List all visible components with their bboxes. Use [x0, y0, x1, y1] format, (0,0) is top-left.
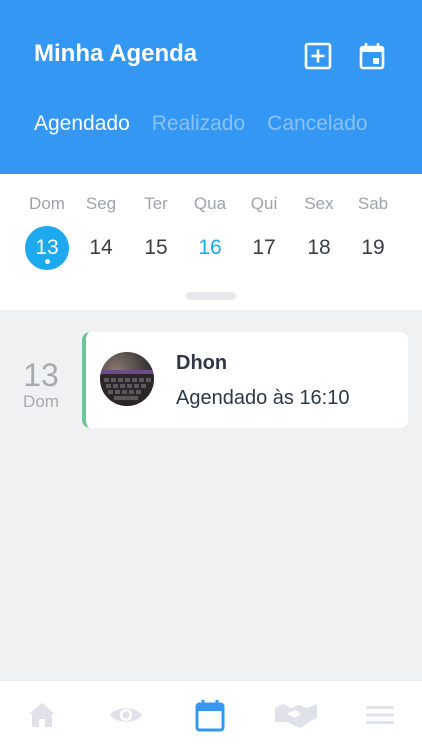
day-number-circle: 16	[188, 226, 232, 270]
day-label: Ter	[144, 194, 168, 213]
day-number-circle: 18	[297, 226, 341, 270]
menu-icon	[366, 706, 394, 724]
week-strip: Dom 13 Seg 14 Ter 15 Qua 16 Qui 17 Sex 1…	[0, 174, 422, 310]
add-square-icon	[304, 42, 332, 70]
status-tabs: Agendado Realizado Cancelado	[34, 112, 390, 136]
event-dot	[44, 259, 50, 264]
day-label: Qua	[193, 194, 227, 213]
calendar-icon	[359, 43, 385, 70]
appointment-weekday: Dom	[23, 392, 59, 411]
eye-icon	[110, 708, 142, 722]
day-number-circle: 19	[351, 226, 395, 270]
day-number-circle: 14	[79, 226, 123, 270]
nav-deals[interactable]	[272, 697, 320, 733]
app-header: Minha Agenda Agendado Realizado Cancelad…	[0, 0, 422, 174]
handshake-icon	[275, 704, 317, 728]
day-number: 15	[144, 236, 168, 259]
nav-calendar[interactable]	[190, 697, 230, 733]
day-number: 19	[361, 236, 385, 259]
appointment-card[interactable]: Dhon Agendado às 16:10	[82, 332, 408, 428]
appointment-day-number: 13	[23, 357, 59, 393]
appointments-list: 13 Dom Dhon Agendado às 16:10	[0, 310, 422, 680]
appointment-time: Agendado às 16:10	[176, 387, 350, 409]
day-number-circle: 13	[25, 226, 69, 270]
tab-agendado[interactable]: Agendado	[34, 112, 130, 136]
day-number-circle: 17	[242, 226, 286, 270]
page-title: Minha Agenda	[34, 40, 198, 67]
nav-menu[interactable]	[360, 697, 400, 733]
day-number: 18	[307, 236, 331, 259]
expand-handle[interactable]	[186, 292, 236, 300]
bottom-nav	[0, 680, 422, 750]
day-label: Dom	[29, 194, 65, 213]
day-number: 16	[198, 236, 222, 259]
home-icon	[29, 703, 55, 727]
appointment-date: 13 Dom	[10, 358, 72, 412]
avatar	[100, 352, 154, 406]
day-number-circle: 15	[134, 226, 178, 270]
tab-realizado[interactable]: Realizado	[152, 112, 245, 136]
tab-cancelado[interactable]: Cancelado	[267, 112, 367, 136]
day-label: Sab	[357, 194, 389, 213]
client-name: Dhon	[176, 352, 228, 374]
calendar-icon	[195, 700, 225, 732]
nav-home[interactable]	[22, 697, 62, 733]
nav-view[interactable]	[106, 697, 146, 733]
day-number: 14	[89, 236, 113, 259]
day-number: 17	[252, 236, 276, 259]
day-number: 13	[35, 236, 59, 259]
add-appointment-button[interactable]	[302, 40, 334, 72]
day-label: Seg	[85, 194, 117, 213]
calendar-button[interactable]	[356, 40, 388, 72]
day-label: Sex	[304, 194, 334, 213]
day-label: Qui	[250, 194, 278, 213]
